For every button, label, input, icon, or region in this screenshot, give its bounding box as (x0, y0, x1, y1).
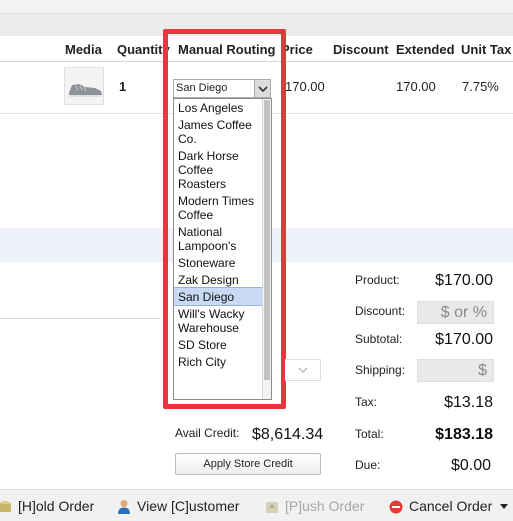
push-order-icon (266, 502, 278, 513)
total-label: Total: (355, 427, 384, 441)
top-stripe (0, 0, 513, 14)
user-icon (118, 500, 130, 514)
tax-label: Tax: (355, 395, 378, 409)
col-quantity: Quantity (117, 42, 170, 57)
product-image (64, 67, 104, 105)
price-value: 170.00 (285, 79, 325, 94)
hold-order-label: [H]old Order (18, 498, 95, 514)
unit-tax-value: 7.75% (462, 79, 499, 94)
tax-value: $13.18 (444, 394, 493, 411)
view-customer-label: View [C]ustomer (137, 498, 240, 514)
shipping-label: Shipping: (355, 363, 406, 377)
due-value: $0.00 (450, 457, 491, 474)
push-order-label: [P]ush Order (285, 498, 365, 514)
col-media: Media (65, 42, 102, 57)
apply-store-credit-button[interactable]: Apply Store Credit (175, 453, 321, 475)
col-unit-tax: Unit Tax (461, 42, 512, 57)
cancel-order-label: Cancel Order (409, 498, 493, 514)
action-bar: [H]old Order View [C]ustomer [P]ush Orde… (0, 489, 513, 521)
product-value: $170.00 (435, 272, 493, 289)
cancel-icon (389, 500, 403, 514)
cancel-order-button[interactable]: Cancel Order (389, 498, 509, 514)
hold-order-icon (0, 501, 11, 512)
chevron-down-icon[interactable] (285, 359, 321, 381)
shoe-icon (69, 84, 102, 97)
quantity-value: 1 (119, 79, 127, 94)
col-extended: Extended (396, 42, 455, 57)
subtotal-value: $170.00 (435, 331, 493, 348)
avail-credit-label: Avail Credit: (175, 426, 240, 440)
shipping-input[interactable]: $ (417, 359, 494, 382)
hold-order-button[interactable]: [H]old Order (0, 498, 94, 514)
total-value: $183.18 (435, 426, 493, 443)
discount-label: Discount: (355, 304, 406, 318)
push-order-button[interactable]: [P]ush Order (265, 498, 364, 514)
avail-credit-value: $8,614.34 (252, 426, 324, 443)
col-discount: Discount (333, 42, 389, 57)
discount-input[interactable]: $ or % (417, 301, 494, 324)
divider (0, 318, 160, 319)
subtotal-label: Subtotal: (355, 332, 403, 346)
extended-value: 170.00 (396, 79, 436, 94)
due-label: Due: (355, 458, 381, 472)
caret-down-icon (500, 504, 509, 509)
highlight-box (163, 29, 286, 409)
view-customer-button[interactable]: View [C]ustomer (117, 498, 239, 514)
product-label: Product: (355, 273, 400, 287)
